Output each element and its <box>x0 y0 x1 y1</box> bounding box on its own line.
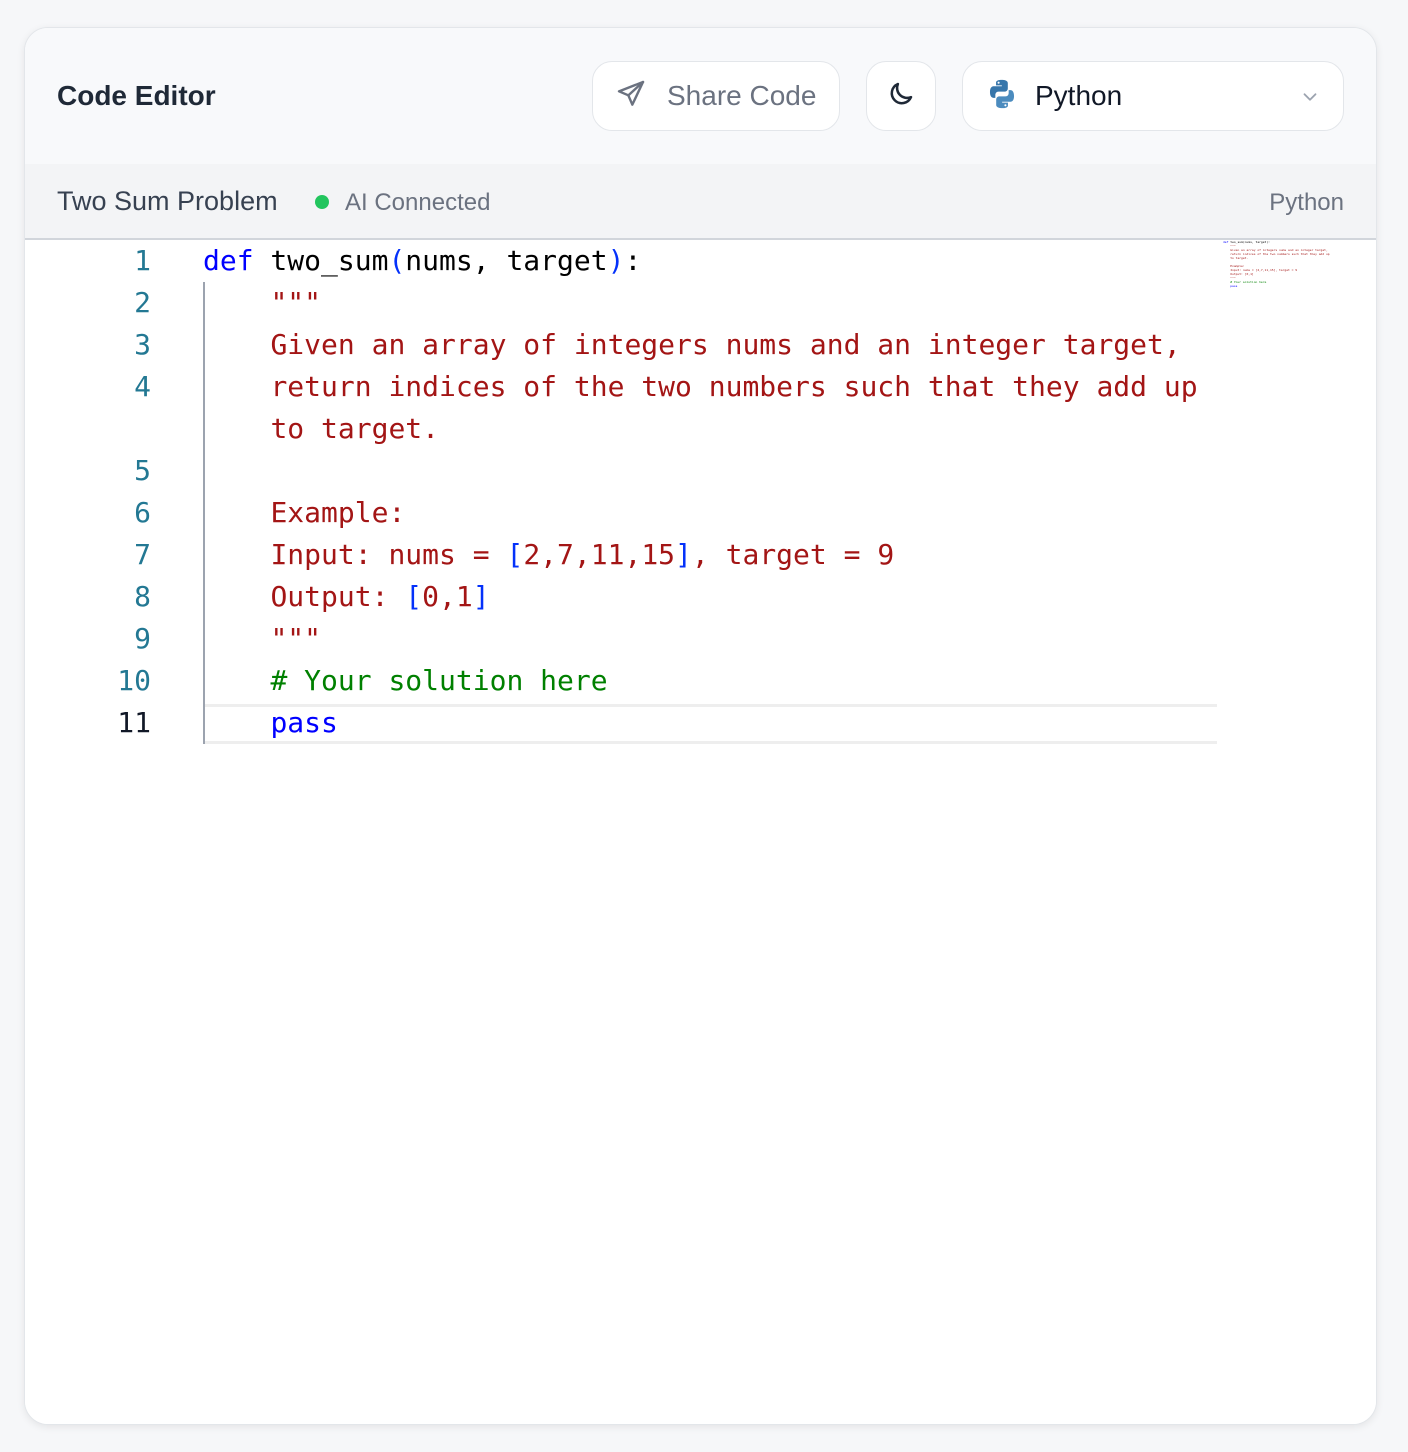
moon-icon <box>886 79 916 114</box>
code-line: to target. <box>270 412 440 445</box>
editor-toolbar: Code Editor Share Code Python <box>25 28 1376 164</box>
language-select-value: Python <box>1035 80 1123 111</box>
code-line: pass <box>270 706 338 739</box>
line-number: 9 <box>134 622 151 655</box>
code-line: Output: [0,1] <box>270 580 490 613</box>
code-line: """ <box>270 286 322 319</box>
code-line: def two_sum(nums, target): <box>203 244 642 277</box>
file-info-bar: Two Sum Problem AI Connected Python <box>25 164 1376 240</box>
theme-toggle-button[interactable] <box>866 61 936 131</box>
current-line-highlight <box>205 704 1217 744</box>
share-code-button[interactable]: Share Code <box>592 61 840 131</box>
code-line: return indices of the two numbers such t… <box>270 370 1198 403</box>
status-text: AI Connected <box>345 189 491 216</box>
code-editor-card: Code Editor Share Code Python Two Sum Pr… <box>24 27 1377 1425</box>
code-editor[interactable]: 1 2 3 4 5 6 7 8 9 10 11 def two_sum(nums… <box>25 240 1376 1424</box>
app-title: Code Editor <box>57 80 216 111</box>
code-line: """ <box>270 622 322 655</box>
line-number: 1 <box>134 244 151 277</box>
line-number: 3 <box>134 328 151 361</box>
python-icon <box>985 77 1019 116</box>
chevron-down-icon <box>1299 86 1321 113</box>
line-number: 11 <box>117 706 151 739</box>
code-line: Given an array of integers nums and an i… <box>270 328 1181 361</box>
line-number: 7 <box>134 538 151 571</box>
line-number: 8 <box>134 580 151 613</box>
language-select[interactable]: Python <box>962 61 1344 131</box>
minimap[interactable]: def two_sum(nums, target): """ Given an … <box>1223 240 1353 300</box>
code-line: Example: <box>270 496 406 529</box>
line-number: 2 <box>134 286 151 319</box>
status-indicator-dot <box>315 195 329 209</box>
code-line: # Your solution here <box>270 664 608 697</box>
language-label: Python <box>1269 189 1344 216</box>
line-number: 6 <box>134 496 151 529</box>
send-icon <box>615 78 647 115</box>
share-code-label: Share Code <box>667 80 817 111</box>
file-title: Two Sum Problem <box>57 186 278 216</box>
line-number: 10 <box>117 664 151 697</box>
line-number: 5 <box>134 454 151 487</box>
line-number: 4 <box>134 370 151 403</box>
code-line: Input: nums = [2,7,11,15], target = 9 <box>270 538 895 571</box>
